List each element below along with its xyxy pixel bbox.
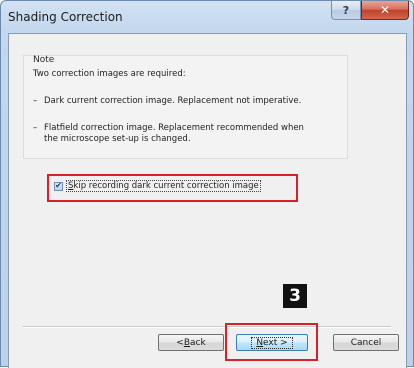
close-icon: ✕ — [379, 3, 391, 17]
button-separator — [23, 326, 391, 328]
label-text: kip recording dark current correction im… — [73, 181, 259, 191]
window-title: Shading Correction — [8, 10, 123, 24]
title-bar[interactable]: Shading Correction ? ✕ — [1, 1, 413, 33]
note-bullet-dark-current: Dark current correction image. Replaceme… — [44, 96, 302, 106]
skip-dark-current-label[interactable]: Skip recording dark current correction i… — [66, 180, 261, 192]
note-bullet-flatfield: Flatfield correction image. Replacement … — [44, 123, 304, 133]
close-button[interactable]: ✕ — [361, 1, 409, 20]
question-mark-icon: ? — [342, 3, 350, 17]
cancel-label: Cancel — [350, 337, 382, 348]
next-label: ext > — [263, 337, 288, 348]
back-prefix: < — [176, 337, 184, 348]
bullet-dash: – — [33, 123, 38, 133]
back-button[interactable]: < Back — [158, 334, 224, 351]
note-bullet-flatfield-cont: the microscope set-up is changed. — [44, 134, 191, 144]
note-heading: Note — [33, 55, 55, 65]
next-focus-rect: Next > — [251, 336, 293, 349]
bullet-dash: – — [33, 96, 38, 106]
checkmark-icon: ✔ — [55, 181, 62, 190]
step-number-badge: 3 — [283, 284, 307, 308]
skip-dark-current-checkbox[interactable]: ✔ — [54, 181, 63, 191]
next-button[interactable]: Next > — [236, 334, 308, 351]
skip-dark-current-option[interactable]: ✔ Skip recording dark current correction… — [54, 180, 261, 192]
cancel-button[interactable]: Cancel — [333, 334, 399, 351]
help-button[interactable]: ? — [331, 1, 361, 20]
note-intro: Two correction images are required: — [33, 69, 186, 79]
back-label: ack — [190, 337, 206, 348]
